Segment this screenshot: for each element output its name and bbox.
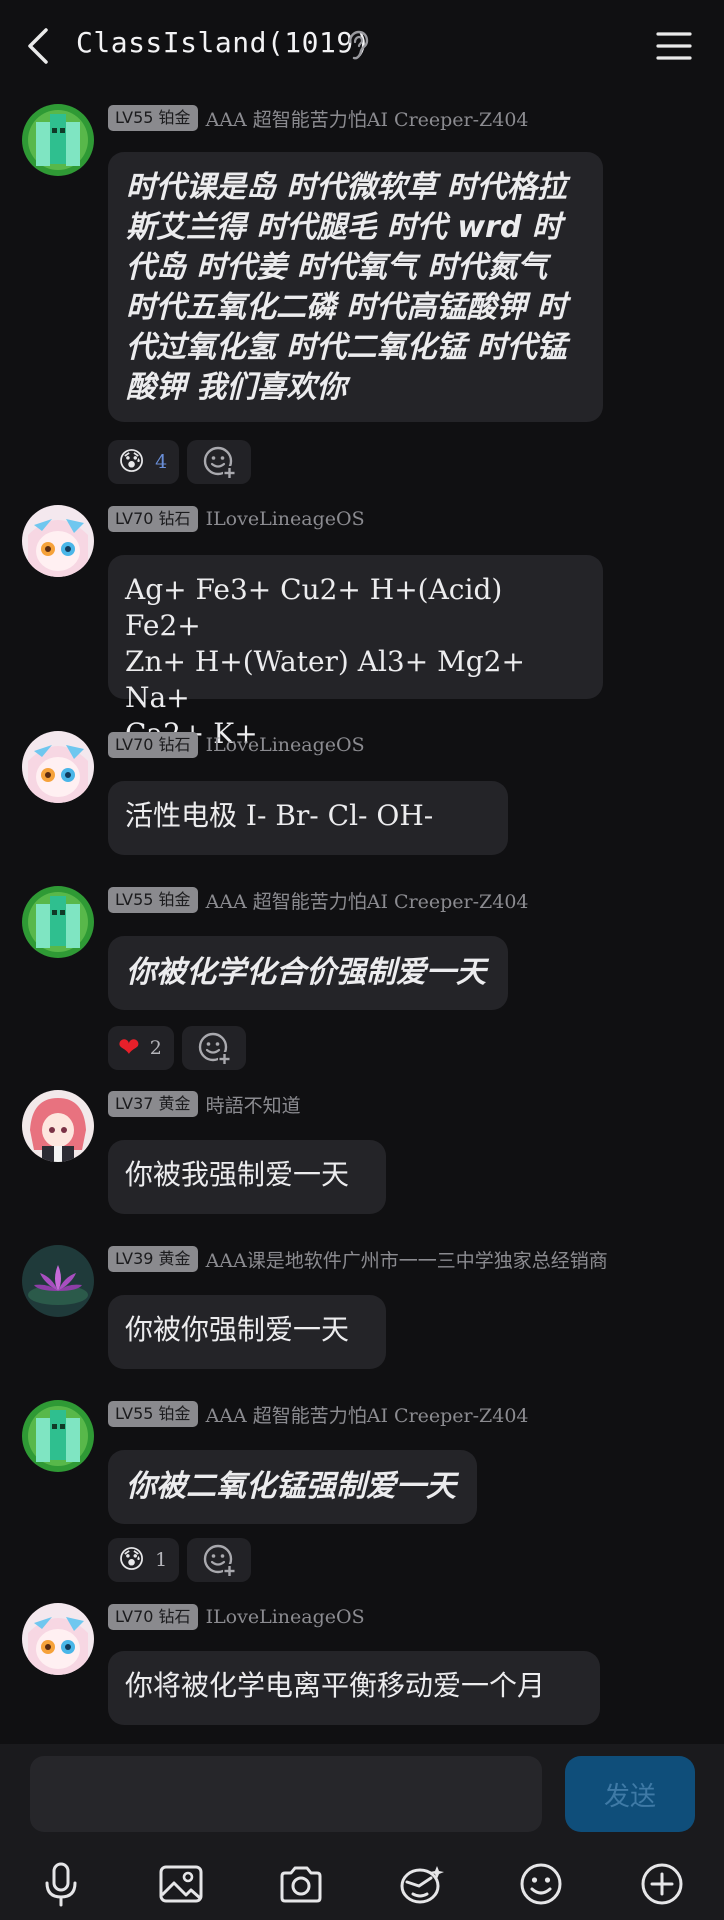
add-reaction-button[interactable] xyxy=(187,1538,252,1582)
message-text-line: 你被二氧化锰强制爱一天 xyxy=(126,1469,456,1504)
ear-icon[interactable] xyxy=(345,30,371,62)
sender-name[interactable]: ILoveLineageOS xyxy=(206,508,365,530)
composer-toolbar xyxy=(0,1854,724,1914)
message-bubble[interactable]: Ag+ Fe3+ Cu2+ H+(Acid) Fe2+ Zn+ H+(Water… xyxy=(108,555,603,750)
avatar-anime-girl[interactable] xyxy=(22,731,94,803)
chat-screen: ClassIsland(1019) LV55 铂金 AAA 超智能苦力怕AI C… xyxy=(0,0,724,1920)
sender-name[interactable]: 時語不知道 xyxy=(206,1091,301,1118)
message-text-line: 斯艾兰得 时代腿毛 时代 wrd 时 xyxy=(126,210,562,245)
reaction-chip[interactable]: 😰 4 xyxy=(108,440,180,484)
avatar-anime-girl[interactable] xyxy=(22,1603,94,1675)
anime-avatar-icon xyxy=(22,1603,94,1675)
image-icon xyxy=(159,1865,203,1903)
creeper-avatar-icon xyxy=(22,1400,94,1472)
reaction-count: 2 xyxy=(149,1037,162,1059)
reactions: 😰 1 xyxy=(108,1538,252,1582)
anime-avatar-icon xyxy=(22,1090,94,1162)
message-bubble[interactable]: 你将被化学电离平衡移动爱一个月 xyxy=(108,1651,600,1725)
camera-icon xyxy=(280,1866,322,1903)
add-emoji-icon xyxy=(204,446,237,479)
more-button[interactable] xyxy=(632,1854,692,1914)
message-bubble[interactable]: 你被二氧化锰强制爱一天 xyxy=(108,1450,477,1524)
message-bubble[interactable]: 你被你强制爱一天 xyxy=(108,1295,386,1369)
voice-button[interactable] xyxy=(31,1854,91,1914)
emoji-icon xyxy=(520,1863,562,1905)
camera-button[interactable] xyxy=(271,1854,331,1914)
menu-button[interactable] xyxy=(652,24,696,68)
level-badge: LV70 钻石 xyxy=(108,732,198,758)
chevron-left-icon xyxy=(28,28,48,64)
level-badge: LV70 钻石 xyxy=(108,1604,198,1630)
add-emoji-icon xyxy=(204,1544,237,1577)
anime-avatar-icon xyxy=(22,505,94,577)
message-text-line: 活性电极 I- Br- Cl- OH- xyxy=(125,799,434,832)
message-text-line: Ag+ Fe3+ Cu2+ H+(Acid) Fe2+ xyxy=(125,573,503,642)
plus-circle-icon xyxy=(641,1863,683,1905)
message-bubble[interactable]: 你被化学化合价强制爱一天 xyxy=(108,936,508,1010)
level-badge: LV70 钻石 xyxy=(108,506,198,532)
avatar-lotus[interactable] xyxy=(22,1245,94,1317)
chat-title[interactable]: ClassIsland(1019) xyxy=(76,26,371,59)
creeper-avatar-icon xyxy=(22,886,94,958)
header: ClassIsland(1019) xyxy=(0,0,724,92)
microphone-icon xyxy=(45,1862,77,1907)
sender-name[interactable]: AAA 超智能苦力怕AI Creeper-Z404 xyxy=(206,887,529,914)
heart-icon: ❤ xyxy=(118,1033,140,1063)
sender-name[interactable]: ILoveLineageOS xyxy=(206,1606,365,1628)
level-badge: LV55 铂金 xyxy=(108,105,198,131)
composer: 发送 xyxy=(0,1744,724,1920)
sender-name[interactable]: AAA课是地软件广州市一一三中学独家总经销商 xyxy=(206,1246,608,1273)
avatar-creeper[interactable] xyxy=(22,1400,94,1472)
message-bubble[interactable]: 时代课是岛 时代微软草 时代格拉 斯艾兰得 时代腿毛 时代 wrd 时 代岛 时… xyxy=(108,152,603,422)
avatar-anime-girl[interactable] xyxy=(22,505,94,577)
add-emoji-icon xyxy=(198,1032,231,1065)
anxious-face-icon: 😰 xyxy=(118,1545,146,1575)
reactions: ❤ 2 xyxy=(108,1026,246,1070)
reaction-chip[interactable]: ❤ 2 xyxy=(108,1026,174,1070)
reaction-count: 1 xyxy=(155,1549,168,1571)
message-text-line: 你将被化学电离平衡移动爱一个月 xyxy=(125,1669,546,1702)
creeper-avatar-icon xyxy=(22,104,94,176)
hamburger-icon xyxy=(656,32,692,60)
level-badge: LV55 铂金 xyxy=(108,1401,198,1427)
message-input[interactable] xyxy=(30,1756,542,1832)
avatar-creeper[interactable] xyxy=(22,104,94,176)
level-badge: LV37 黄金 xyxy=(108,1091,198,1117)
sticker-face-icon xyxy=(400,1866,444,1904)
message-text-line: 代岛 时代姜 时代氧气 时代氮气 xyxy=(126,250,548,285)
message-text-line: 时代课是岛 时代微软草 时代格拉 xyxy=(126,170,567,205)
message-bubble[interactable]: 活性电极 I- Br- Cl- OH- xyxy=(108,781,508,855)
avatar-creeper[interactable] xyxy=(22,886,94,958)
sender-name[interactable]: AAA 超智能苦力怕AI Creeper-Z404 xyxy=(206,105,529,132)
message-text-line: 代过氧化氢 时代二氧化锰 时代锰 xyxy=(126,330,567,365)
message-text-line: 时代五氧化二磷 时代高锰酸钾 时 xyxy=(126,290,567,325)
sticker-button[interactable] xyxy=(391,1854,451,1914)
level-badge: LV55 铂金 xyxy=(108,887,198,913)
message-text-line: Zn+ H+(Water) Al3+ Mg2+ Na+ xyxy=(125,645,525,714)
reaction-count: 4 xyxy=(155,451,168,473)
avatar-pink-hair[interactable] xyxy=(22,1090,94,1162)
reactions: 😰 4 xyxy=(108,440,252,484)
anxious-face-icon: 😰 xyxy=(118,447,146,477)
lotus-avatar-icon xyxy=(22,1245,94,1317)
anime-avatar-icon xyxy=(22,731,94,803)
level-badge: LV39 黄金 xyxy=(108,1246,198,1272)
message-bubble[interactable]: 你被我强制爱一天 xyxy=(108,1140,386,1214)
message-text-line: 你被化学化合价强制爱一天 xyxy=(126,955,486,990)
image-button[interactable] xyxy=(151,1854,211,1914)
back-button[interactable] xyxy=(18,22,58,70)
emoji-button[interactable] xyxy=(511,1854,571,1914)
add-reaction-button[interactable] xyxy=(187,440,252,484)
add-reaction-button[interactable] xyxy=(181,1026,246,1070)
message-text-line: 你被你强制爱一天 xyxy=(125,1313,350,1346)
reaction-chip[interactable]: 😰 1 xyxy=(108,1538,180,1582)
message-text-line: 你被我强制爱一天 xyxy=(125,1158,350,1191)
send-button[interactable]: 发送 xyxy=(565,1756,695,1832)
sender-name[interactable]: ILoveLineageOS xyxy=(206,734,365,756)
message-text-line: 酸钾 我们喜欢你 xyxy=(126,370,347,405)
sender-name[interactable]: AAA 超智能苦力怕AI Creeper-Z404 xyxy=(206,1401,529,1428)
